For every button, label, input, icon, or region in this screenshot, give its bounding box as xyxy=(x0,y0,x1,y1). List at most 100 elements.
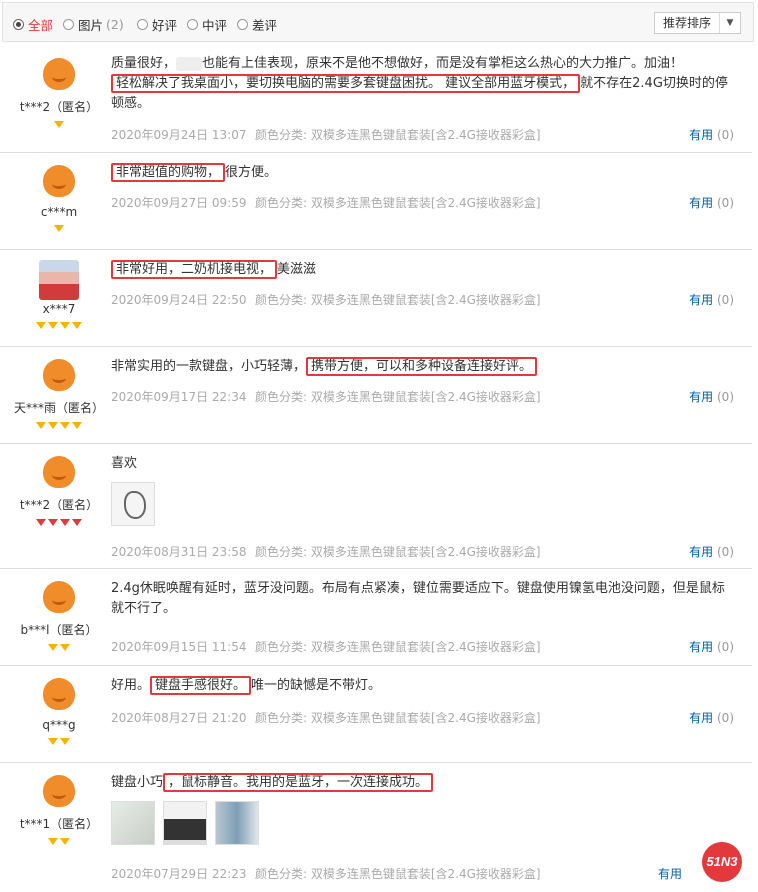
avatar[interactable] xyxy=(39,260,79,300)
review-images xyxy=(111,482,734,526)
username: b***l（匿名） xyxy=(20,623,98,637)
username: t***2（匿名） xyxy=(19,498,99,512)
username: t***1（匿名） xyxy=(19,817,99,831)
member-level-badges xyxy=(0,735,118,745)
highlighted-text: 非常好用，二奶机接电视， xyxy=(111,260,278,279)
avatar[interactable] xyxy=(39,163,79,203)
review-date: 2020年09月24日 13:07 xyxy=(111,128,247,142)
review-item: b***l（匿名） 2.4g休眠唤醒有延时，蓝牙没问题。布局有点紧凑，键位需要适… xyxy=(0,569,752,666)
filter-positive[interactable]: 好评 xyxy=(137,15,177,34)
product-spec: 颜色分类: 双模多连黑色键鼠套装[含2.4G接收器彩盒] xyxy=(255,128,541,142)
blurred-image xyxy=(176,56,203,71)
diamond-icon xyxy=(60,644,70,651)
member-level-badges xyxy=(0,419,118,429)
review-text: 质量很好， 也能有上佳表现，原来不是他不想做好，而是没有掌柜这么热心的大力推广。加… xyxy=(111,56,728,111)
username: t***2（匿名） xyxy=(19,100,99,114)
review-text: 非常实用的一款键盘，小巧轻薄， 携带方便，可以和多种设备连接好评。 xyxy=(111,357,734,377)
review-date: 2020年09月24日 22:50 xyxy=(111,293,247,307)
avatar[interactable] xyxy=(39,56,79,96)
review-item: t***2（匿名） 喜欢 2020年08月31日 23:58 颜色分类: 双模多… xyxy=(0,444,752,569)
member-level-badges xyxy=(0,118,118,128)
member-level-badges xyxy=(0,641,118,651)
diamond-icon xyxy=(36,422,46,429)
diamond-icon xyxy=(72,519,82,526)
diamond-icon xyxy=(54,225,64,232)
product-spec: 颜色分类: 双模多连黑色键鼠套装[含2.4G接收器彩盒] xyxy=(255,711,541,725)
useful-button[interactable]: 有用 (0) xyxy=(689,388,734,405)
review-item: t***2（匿名） 质量很好， 也能有上佳表现，原来不是他不想做好，而是没有掌柜这… xyxy=(0,52,752,153)
highlighted-text: 轻松解决了我桌面小，要切换电脑的需要多套键盘困扰。 建议全部用蓝牙模式， xyxy=(111,74,581,93)
radio-icon xyxy=(137,19,148,30)
highlighted-text: 非常超值的购物， xyxy=(111,163,226,182)
avatar[interactable] xyxy=(39,357,79,397)
useful-button[interactable]: 有用 (0) xyxy=(689,638,734,655)
diamond-icon xyxy=(48,422,58,429)
diamond-icon xyxy=(48,838,58,845)
member-level-badges xyxy=(0,319,118,329)
review-text: 好用。 键盘手感很好。 唯一的缺憾是不带灯。 xyxy=(111,676,382,695)
product-spec: 颜色分类: 双模多连黑色键鼠套装[含2.4G接收器彩盒] xyxy=(255,390,541,404)
filter-images[interactable]: 图片 (2) xyxy=(63,15,124,34)
diamond-icon xyxy=(60,519,70,526)
review-item: q***g 好用。 键盘手感很好。 唯一的缺憾是不带灯。 2020年08月27日 2… xyxy=(0,666,752,763)
useful-button[interactable]: 有用 (0) xyxy=(689,194,734,211)
product-spec: 颜色分类: 双模多连黑色键鼠套装[含2.4G接收器彩盒] xyxy=(255,293,541,307)
filter-all[interactable]: 全部 xyxy=(13,15,53,34)
username: c***m xyxy=(40,205,78,219)
chevron-down-icon: ▼ xyxy=(726,18,734,28)
diamond-icon xyxy=(48,738,58,745)
radio-icon xyxy=(237,19,248,30)
review-date: 2020年09月15日 11:54 xyxy=(111,640,247,654)
diamond-icon xyxy=(60,738,70,745)
review-date: 2020年09月17日 22:34 xyxy=(111,390,247,404)
review-item: 天***雨（匿名） 非常实用的一款键盘，小巧轻薄， 携带方便，可以和多种设备连接好… xyxy=(0,347,752,444)
member-level-badges xyxy=(0,516,118,526)
review-filter-bar: 全部 图片 (2) 好评 中评 差评 推荐排序 ▼ xyxy=(2,2,754,42)
username: 天***雨（匿名） xyxy=(13,401,104,415)
diamond-icon xyxy=(48,519,58,526)
diamond-icon xyxy=(60,322,70,329)
review-image-thumbnail[interactable] xyxy=(215,801,259,845)
useful-button[interactable]: 有用 (0) xyxy=(689,126,734,143)
review-text: 2.4g休眠唤醒有延时，蓝牙没问题。布局有点紧凑，键位需要适应下。键盘使用镍氢电… xyxy=(111,581,725,616)
review-date: 2020年07月29日 22:23 xyxy=(111,867,247,881)
review-date: 2020年09月27日 09:59 xyxy=(111,196,247,210)
review-item: t***1（匿名） 键盘小巧 ，鼠标静音。我用的是蓝牙，一次连接成功。 2020年… xyxy=(0,763,752,890)
username: x***7 xyxy=(42,302,76,316)
watermark-logo: 51N3 xyxy=(702,842,742,882)
review-text: 喜欢 xyxy=(111,456,138,471)
review-image-thumbnail[interactable] xyxy=(163,801,207,845)
useful-button[interactable]: 有用 (0) xyxy=(689,291,734,308)
avatar[interactable] xyxy=(39,454,79,494)
member-level-badges xyxy=(0,835,118,845)
diamond-icon xyxy=(36,519,46,526)
highlighted-text: ，鼠标静音。我用的是蓝牙，一次连接成功。 xyxy=(163,773,434,792)
filter-negative[interactable]: 差评 xyxy=(237,15,277,34)
highlighted-text: 键盘手感很好。 xyxy=(150,676,252,695)
review-image-thumbnail[interactable] xyxy=(111,801,155,845)
useful-button[interactable]: 有用 xyxy=(658,865,682,882)
review-text: 非常好用，二奶机接电视， 美滋滋 xyxy=(111,260,734,280)
product-spec: 颜色分类: 双模多连黑色键鼠套装[含2.4G接收器彩盒] xyxy=(255,867,541,881)
review-date: 2020年08月31日 23:58 xyxy=(111,545,247,559)
review-image-thumbnail[interactable] xyxy=(111,482,155,526)
radio-icon xyxy=(187,19,198,30)
diamond-icon xyxy=(72,322,82,329)
avatar[interactable] xyxy=(39,579,79,619)
member-level-badges xyxy=(0,222,118,232)
avatar[interactable] xyxy=(39,676,79,716)
diamond-icon xyxy=(36,322,46,329)
useful-button[interactable]: 有用 (0) xyxy=(689,543,734,560)
review-item: c***m 非常超值的购物， 很方便。 2020年09月27日 09:59 颜色分… xyxy=(0,153,752,250)
diamond-icon xyxy=(60,838,70,845)
sort-dropdown[interactable]: 推荐排序 ▼ xyxy=(653,12,741,34)
highlighted-text: 携带方便，可以和多种设备连接好评。 xyxy=(306,357,538,376)
useful-button[interactable]: 有用 (0) xyxy=(689,709,734,726)
product-spec: 颜色分类: 双模多连黑色键鼠套装[含2.4G接收器彩盒] xyxy=(255,640,541,654)
avatar[interactable] xyxy=(39,773,79,813)
review-text: 键盘小巧 ，鼠标静音。我用的是蓝牙，一次连接成功。 xyxy=(111,773,734,793)
product-spec: 颜色分类: 双模多连黑色键鼠套装[含2.4G接收器彩盒] xyxy=(255,196,541,210)
filter-neutral[interactable]: 中评 xyxy=(187,15,227,34)
review-images xyxy=(111,801,734,845)
diamond-icon xyxy=(48,644,58,651)
